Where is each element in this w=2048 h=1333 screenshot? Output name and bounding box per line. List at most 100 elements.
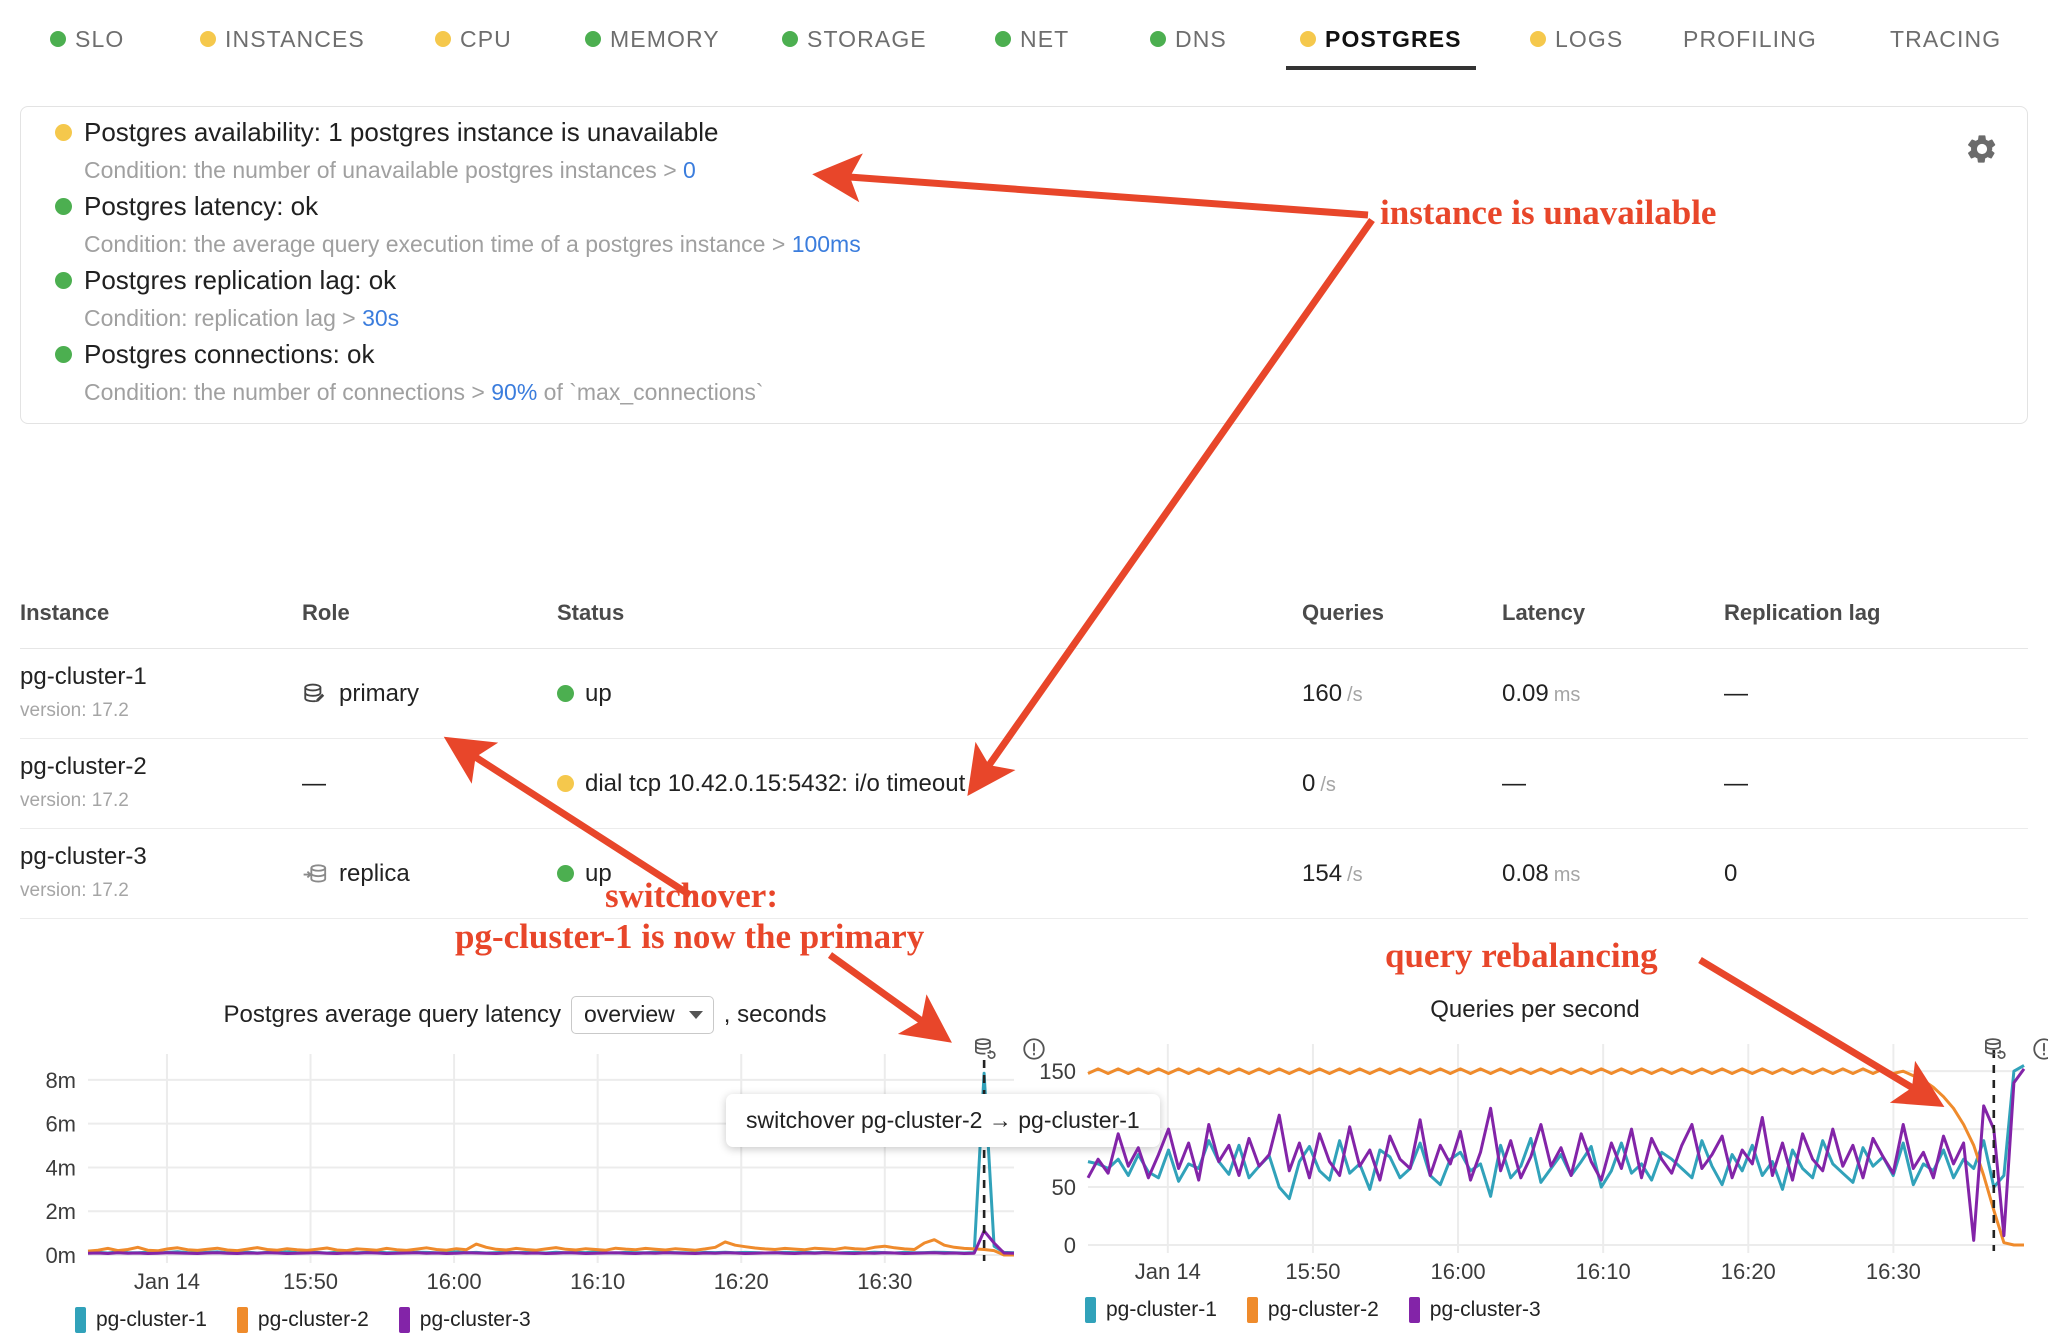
latency-chart-legend: pg-cluster-1 pg-cluster-2 pg-cluster-3 <box>75 1307 1020 1333</box>
qps-chart-title: Queries per second <box>1040 996 2030 1024</box>
alert-condition-prefix: Condition: the average query execution t… <box>84 231 792 257</box>
latency-chart-title-prefix: Postgres average query latency <box>223 1001 561 1029</box>
cell-role: — <box>302 739 557 829</box>
tab-net[interactable]: NET <box>995 0 1069 78</box>
queries-value: 160 <box>1302 680 1342 707</box>
tab-slo[interactable]: SLO <box>50 0 124 78</box>
queries-unit: /s <box>1347 684 1363 706</box>
table-header-queries: Queries <box>1302 600 1502 649</box>
alert-condition-threshold: 100ms <box>792 231 861 257</box>
y-tick-label: 0 <box>1064 1233 1076 1253</box>
x-tick-label: 16:20 <box>714 1269 769 1294</box>
tab-dns[interactable]: DNS <box>1150 0 1227 78</box>
legend-item[interactable]: pg-cluster-2 <box>1247 1297 1379 1323</box>
tab-storage[interactable]: STORAGE <box>782 0 927 78</box>
table-row[interactable]: pg-cluster-2version: 17.2—dial tcp 10.42… <box>20 739 2028 829</box>
database-sync-icon[interactable] <box>1981 1036 2007 1067</box>
tab-label: NET <box>1020 26 1069 53</box>
table-row[interactable]: pg-cluster-3version: 17.2replicaup154/s0… <box>20 829 2028 919</box>
alert-item: Postgres availability: 1 postgres instan… <box>55 117 718 184</box>
latency-unit: ms <box>1554 864 1581 886</box>
legend-item[interactable]: pg-cluster-3 <box>399 1307 531 1333</box>
latency-chart-xaxis: Jan 1415:5016:0016:1016:2016:30 <box>30 1263 1020 1303</box>
cell-instance: pg-cluster-3version: 17.2 <box>20 829 302 919</box>
alert-title-text: Postgres availability: 1 postgres instan… <box>84 117 718 148</box>
x-tick-label: Jan 14 <box>1135 1259 1201 1284</box>
x-tick-label: 15:50 <box>1285 1259 1340 1284</box>
legend-item[interactable]: pg-cluster-1 <box>1085 1297 1217 1323</box>
cell-status: dial tcp 10.42.0.15:5432: i/o timeout <box>557 739 1302 829</box>
alert-title: Postgres availability: 1 postgres instan… <box>55 117 718 148</box>
tab-bar: SLO INSTANCES CPU MEMORY STORAGE NET DNS POSTGR… <box>0 0 2048 78</box>
table-header-row: InstanceRoleStatusQueriesLatencyReplicat… <box>20 600 2028 649</box>
tab-status-dot <box>50 31 66 47</box>
alert-title-text: Postgres replication lag: ok <box>84 265 396 296</box>
legend-label: pg-cluster-1 <box>96 1308 207 1332</box>
database-sync-icon[interactable] <box>971 1036 997 1067</box>
tab-postgres[interactable]: POSTGRES <box>1300 0 1462 78</box>
alert-condition: Condition: the average query execution t… <box>84 231 861 258</box>
tab-label: CPU <box>460 26 512 53</box>
latency-value: — <box>1502 770 1526 797</box>
legend-swatch <box>1085 1297 1096 1323</box>
series-pg-cluster-1 <box>1088 1065 2024 1198</box>
alert-circle-icon[interactable] <box>2031 1036 2048 1067</box>
cell-replication-lag: — <box>1724 649 2028 739</box>
gear-icon[interactable] <box>1965 132 1999 171</box>
annotation-switchover-line1: switchover: <box>605 875 924 916</box>
cell-replication-lag: 0 <box>1724 829 2028 919</box>
qps-chart-legend: pg-cluster-1 pg-cluster-2 pg-cluster-3 <box>1085 1297 2030 1323</box>
cell-instance: pg-cluster-1version: 17.2 <box>20 649 302 739</box>
tab-label: LOGS <box>1555 26 1623 53</box>
alert-item: Postgres latency: ok Condition: the avera… <box>55 191 861 258</box>
tab-status-dot <box>435 31 451 47</box>
tab-tracing[interactable]: TRACING <box>1890 0 2001 78</box>
table-header-replication-lag: Replication lag <box>1724 600 2028 649</box>
qps-chart-xaxis: Jan 1415:5016:0016:1016:2016:30 <box>1040 1253 2030 1293</box>
legend-item[interactable]: pg-cluster-1 <box>75 1307 207 1333</box>
latency-chart-title-suffix: , seconds <box>724 1001 827 1029</box>
alert-title-text: Postgres latency: ok <box>84 191 318 222</box>
latency-value: 0.09 <box>1502 680 1549 707</box>
alert-condition-prefix: Condition: the number of unavailable pos… <box>84 157 683 183</box>
alert-title-text: Postgres connections: ok <box>84 339 375 370</box>
alert-condition-prefix: Condition: replication lag > <box>84 305 362 331</box>
legend-label: pg-cluster-3 <box>1430 1298 1541 1322</box>
latency-unit: ms <box>1554 684 1581 706</box>
tab-cpu[interactable]: CPU <box>435 0 512 78</box>
status-label: dial tcp 10.42.0.15:5432: i/o timeout <box>585 770 965 798</box>
tab-status-dot <box>200 31 216 47</box>
alert-circle-icon[interactable] <box>1021 1036 1047 1067</box>
table-row[interactable]: pg-cluster-1version: 17.2primaryup160/s0… <box>20 649 2028 739</box>
replication-lag-value: — <box>1724 770 1748 797</box>
alert-item: Postgres replication lag: ok Condition: r… <box>55 265 399 332</box>
alert-title: Postgres connections: ok <box>55 339 764 370</box>
status-dot <box>557 775 574 792</box>
table-header-role: Role <box>302 600 557 649</box>
tab-instances[interactable]: INSTANCES <box>200 0 365 78</box>
tab-logs[interactable]: LOGS <box>1530 0 1623 78</box>
alert-status-dot <box>55 198 72 215</box>
legend-swatch <box>1247 1297 1258 1323</box>
queries-value: 154 <box>1302 860 1342 887</box>
tab-memory[interactable]: MEMORY <box>585 0 720 78</box>
x-tick-label: 15:50 <box>283 1269 338 1294</box>
latency-overview-select[interactable]: overview <box>571 996 714 1034</box>
legend-item[interactable]: pg-cluster-3 <box>1409 1297 1541 1323</box>
instance-version: version: 17.2 <box>20 700 302 722</box>
cell-latency: — <box>1502 739 1724 829</box>
instance-version: version: 17.2 <box>20 790 302 812</box>
chevron-down-icon <box>689 1011 703 1019</box>
tab-profiling[interactable]: PROFILING <box>1683 0 1817 78</box>
alert-condition: Condition: replication lag > 30s <box>84 305 399 332</box>
instance-version: version: 17.2 <box>20 880 302 902</box>
cell-queries: 154/s <box>1302 829 1502 919</box>
legend-item[interactable]: pg-cluster-2 <box>237 1307 369 1333</box>
alert-item: Postgres connections: okCondition: the n… <box>55 339 764 406</box>
tab-label: DNS <box>1175 26 1227 53</box>
cell-replication-lag: — <box>1724 739 2028 829</box>
qps-chart-plot: 050150 <box>1040 1038 2030 1253</box>
queries-value: 0 <box>1302 770 1315 797</box>
y-tick-label: 50 <box>1052 1175 1076 1200</box>
table-header-latency: Latency <box>1502 600 1724 649</box>
